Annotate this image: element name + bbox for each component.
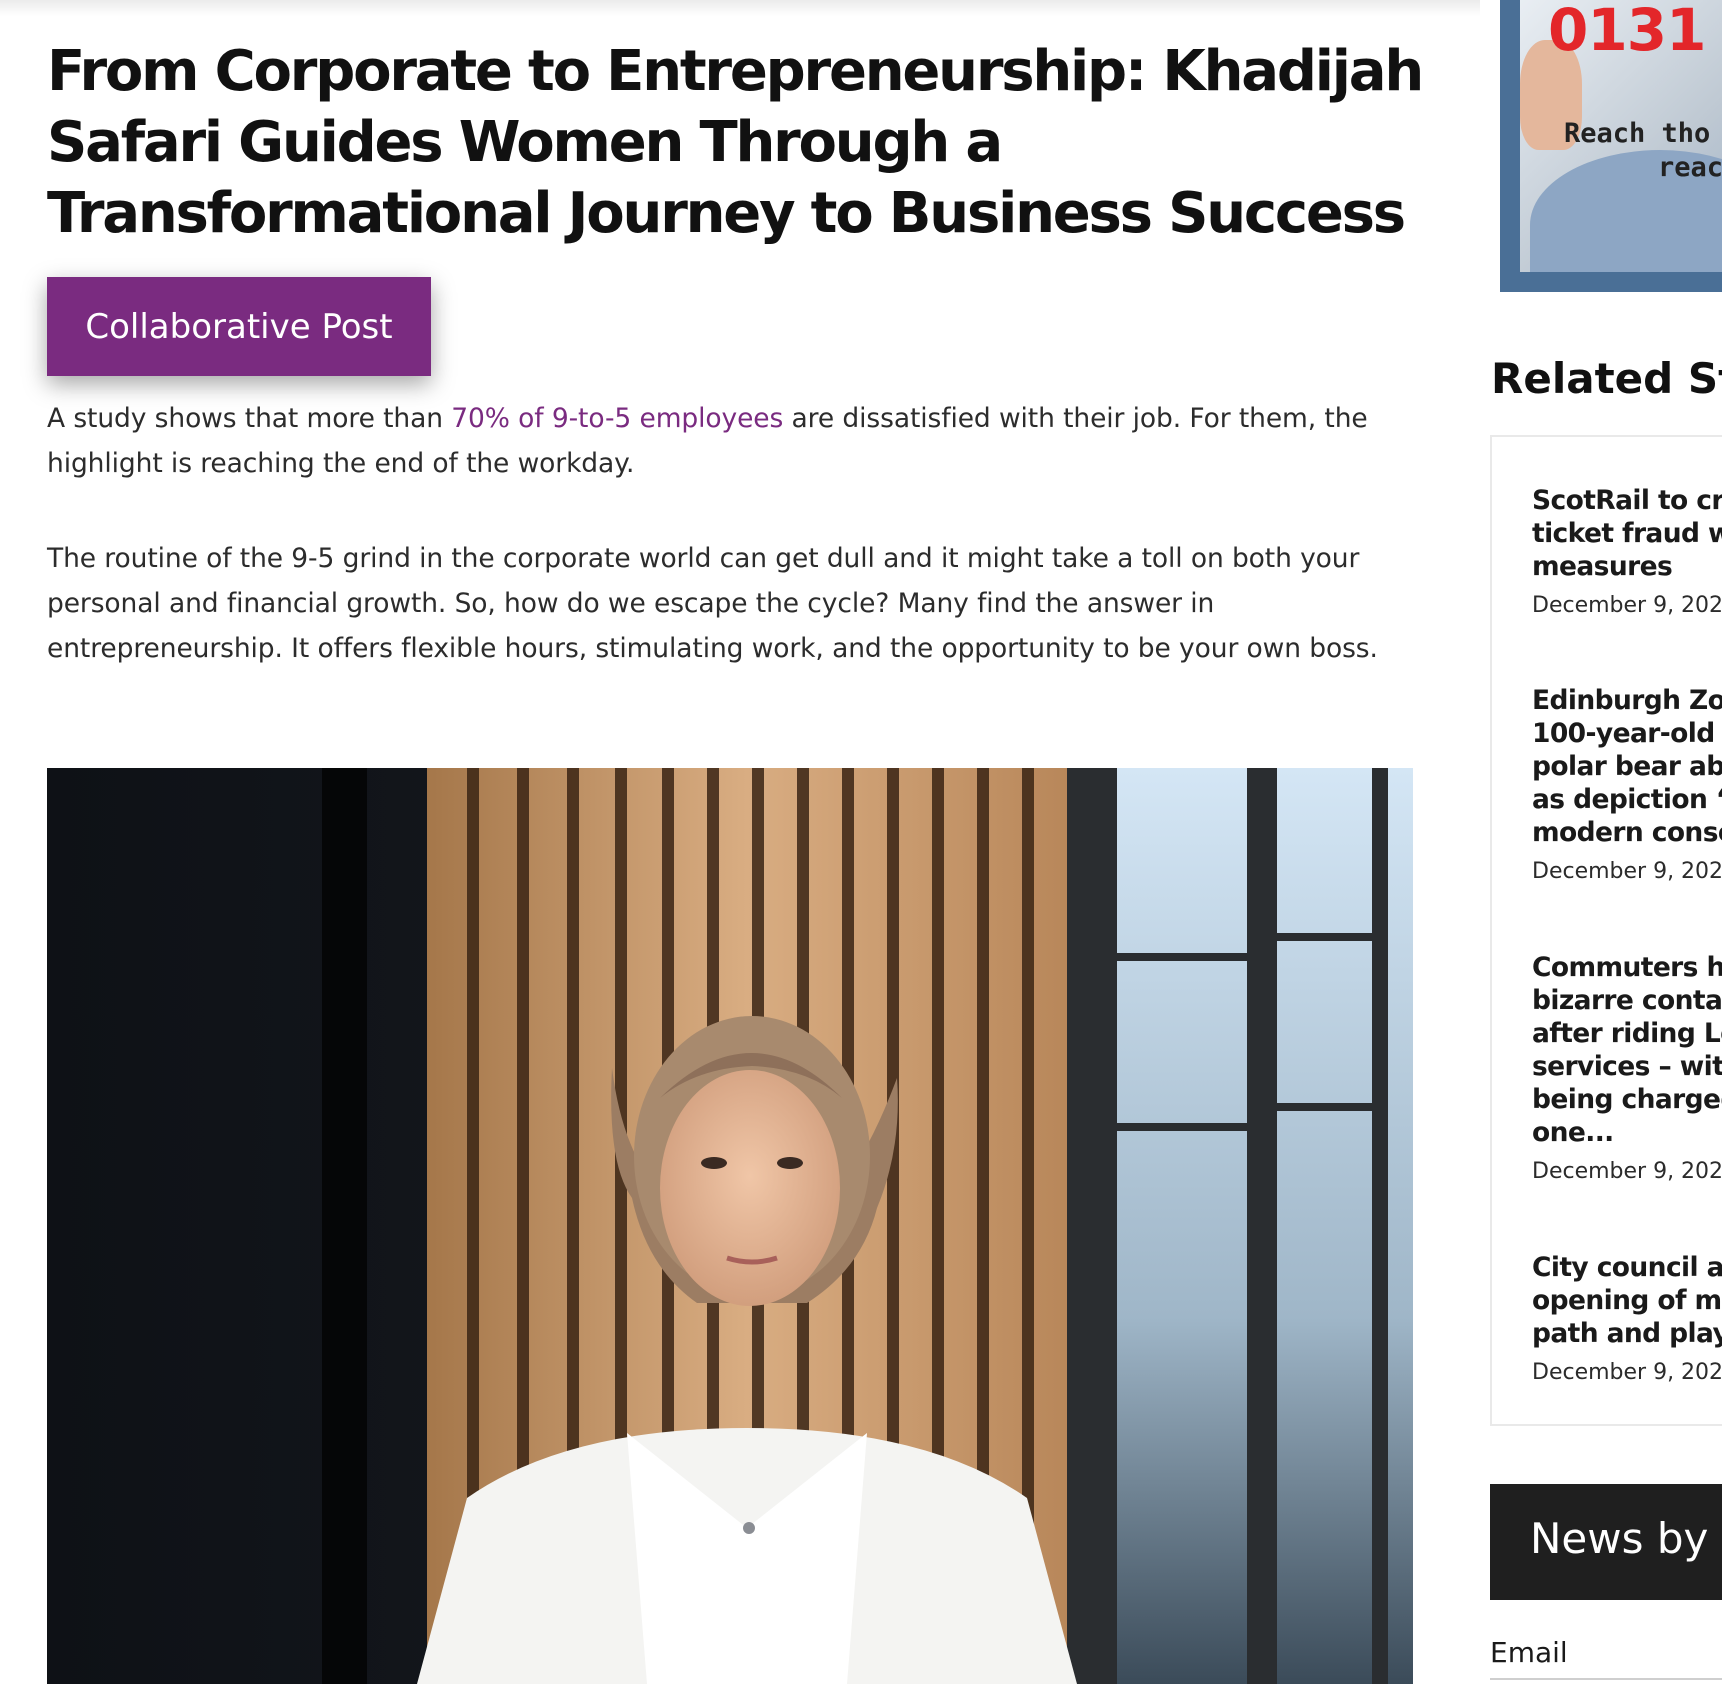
advert-text-line-1: Reach tho: [1564, 118, 1711, 149]
advert-phone-number: 0131 5: [1548, 0, 1722, 64]
story-title-line: one...: [1532, 1117, 1614, 1148]
news-by-email-heading: News by E: [1530, 1514, 1722, 1563]
sidebar-advert[interactable]: 0131 5 Reach tho reac: [1500, 0, 1722, 292]
related-stories-list: ScotRail to crac ticket fraud wit measur…: [1490, 435, 1722, 1426]
email-label: Email: [1490, 1636, 1568, 1669]
story-title-line: being charged t: [1532, 1084, 1722, 1115]
story-title-line: ticket fraud wit: [1532, 518, 1722, 549]
employees-study-link[interactable]: 70% of 9-to-5 employees: [451, 403, 783, 434]
news-by-email-panel: News by E: [1490, 1484, 1722, 1600]
collaborative-post-badge[interactable]: Collaborative Post: [47, 277, 431, 376]
story-title-line: 100-year-old p: [1532, 718, 1722, 749]
top-shadow: [0, 0, 1480, 16]
paragraph-1-text-start: A study shows that more than: [47, 403, 452, 434]
related-story-title[interactable]: Commuters hit bizarre contact after ridi…: [1532, 951, 1722, 1149]
article-title: From Corporate to Entrepreneurship: Khad…: [47, 39, 1424, 246]
article-paragraph-1: A study shows that more than 70% of 9-to…: [47, 396, 1417, 486]
story-title-line: measures: [1532, 551, 1673, 582]
related-story[interactable]: City council ann opening of maj path and…: [1532, 1251, 1722, 1385]
advert-text-line-2: reac: [1658, 152, 1722, 183]
related-story-date: December 9, 2024: [1532, 1360, 1722, 1385]
related-stories-heading: Related Sto: [1491, 354, 1722, 403]
story-title-line: ScotRail to crac: [1532, 485, 1722, 516]
article-paragraph-2: The routine of the 9-5 grind in the corp…: [47, 543, 1378, 664]
related-story-title[interactable]: City council ann opening of maj path and…: [1532, 1251, 1722, 1350]
email-input[interactable]: [1490, 1678, 1722, 1686]
story-title-line: after riding Loth: [1532, 1018, 1722, 1049]
related-story-date: December 9, 2024: [1532, 1159, 1722, 1184]
story-title-line: Edinburgh Zoo: [1532, 685, 1722, 716]
story-title-line: polar bear abou: [1532, 751, 1722, 782]
advert-image: 0131 5 Reach tho reac: [1520, 0, 1722, 272]
related-story-date: December 9, 2024: [1532, 593, 1722, 618]
story-title-line: bizarre contact: [1532, 985, 1722, 1016]
related-story[interactable]: Edinburgh Zoo 100-year-old p polar bear …: [1532, 684, 1722, 884]
story-title-line: City council ann: [1532, 1252, 1722, 1283]
related-story-title[interactable]: Edinburgh Zoo 100-year-old p polar bear …: [1532, 684, 1722, 849]
story-title-line: Commuters hit: [1532, 952, 1722, 983]
story-title-line: opening of maj: [1532, 1285, 1722, 1316]
story-title-line: services – with: [1532, 1051, 1722, 1082]
story-title-line: path and playp: [1532, 1318, 1722, 1349]
story-title-line: modern conser: [1532, 817, 1722, 848]
related-story-date: December 9, 2024: [1532, 859, 1722, 884]
related-story[interactable]: ScotRail to crac ticket fraud wit measur…: [1532, 484, 1722, 618]
story-title-line: as depiction “d: [1532, 784, 1722, 815]
article-photo: [47, 768, 1413, 1684]
related-story-title[interactable]: ScotRail to crac ticket fraud wit measur…: [1532, 484, 1722, 583]
related-story[interactable]: Commuters hit bizarre contact after ridi…: [1532, 951, 1722, 1184]
